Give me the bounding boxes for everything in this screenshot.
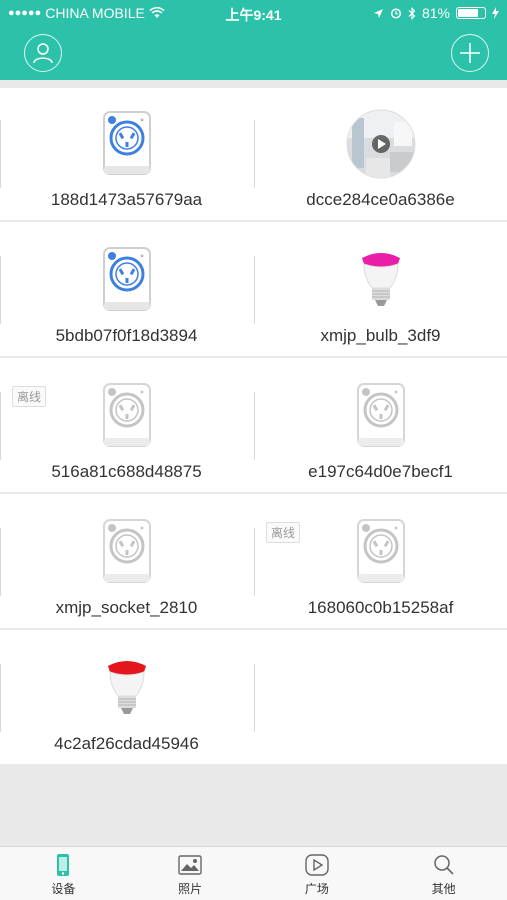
tab-label: 广场 [304, 882, 329, 896]
camera-thumbnail [346, 109, 415, 179]
device-row: 4c2af26cdad45946 [0, 632, 507, 766]
device-name: e197c64d0e7becf1 [308, 462, 453, 481]
socket-icon [356, 519, 405, 583]
socket-icon [102, 519, 151, 583]
device-name: dcce284ce0a6386e [306, 190, 455, 209]
device-card[interactable]: e197c64d0e7becf1 [254, 360, 507, 492]
device-card[interactable]: xmjp_bulb_3df9 [254, 224, 507, 356]
device-card[interactable]: xmjp_socket_2810 [0, 496, 253, 628]
photo-icon [178, 855, 202, 875]
plus-icon [460, 43, 480, 63]
tab-photos[interactable]: 照片 [127, 847, 254, 900]
bulb-icon [107, 661, 146, 714]
tab-other[interactable]: 其他 [380, 847, 507, 900]
location-icon [373, 8, 383, 18]
socket-icon [356, 383, 405, 447]
tab-label: 照片 [178, 882, 203, 896]
bluetooth-icon [408, 6, 416, 20]
battery-percent: 81% [421, 5, 450, 21]
search-icon [433, 855, 454, 875]
device-card[interactable]: 离线 168060c0b15258af [254, 496, 507, 628]
status-bar: ●●●●● CHINA MOBILE 上午9:41 81% [0, 0, 507, 28]
add-device-button[interactable] [451, 34, 489, 72]
device-card[interactable]: dcce284ce0a6386e [254, 88, 507, 220]
device-name: xmjp_bulb_3df9 [320, 326, 441, 345]
bulb-icon [361, 253, 400, 306]
tab-label: 设备 [51, 882, 76, 896]
device-name: 516a81c688d48875 [51, 462, 202, 481]
device-name: 5bdb07f0f18d3894 [55, 326, 198, 345]
socket-icon [102, 111, 151, 175]
charging-icon [492, 7, 499, 19]
device-name: 188d1473a57679aa [50, 190, 203, 209]
user-profile-button[interactable] [24, 34, 62, 72]
tab-label: 其他 [431, 882, 456, 896]
socket-icon [102, 383, 151, 447]
tab-devices[interactable]: 设备 [0, 847, 127, 900]
device-name: 4c2af26cdad45946 [54, 734, 199, 753]
empty-cell [254, 632, 507, 764]
device-row: 5bdb07f0f18d3894 xmjp_bulb_3df9 [0, 224, 507, 358]
socket-icon [102, 247, 151, 311]
device-card[interactable]: 5bdb07f0f18d3894 [0, 224, 253, 356]
alarm-icon [390, 8, 402, 19]
device-row: 离线 516a81c688d48875 e197c64d0e7becf1 [0, 360, 507, 494]
user-icon [33, 43, 53, 64]
device-name: xmjp_socket_2810 [55, 598, 198, 617]
device-icon [57, 854, 70, 876]
device-card[interactable]: 4c2af26cdad45946 [0, 632, 253, 764]
offline-badge: 离线 [12, 386, 47, 407]
device-row: 188d1473a57679aa dcce284ce0a6386e [0, 88, 507, 222]
device-grid: 188d1473a57679aa dcce284ce0a6386e 5bdb07… [0, 88, 507, 766]
nav-bar [0, 28, 507, 80]
tab-bar: 设备 照片 广场 其他 [0, 846, 507, 900]
offline-badge: 离线 [266, 522, 301, 543]
device-name: 168060c0b15258af [307, 598, 454, 617]
device-card[interactable]: 188d1473a57679aa [0, 88, 253, 220]
device-row: xmjp_socket_2810 离线 168060c0b15258af [0, 496, 507, 630]
play-icon [305, 854, 329, 876]
tab-plaza[interactable]: 广场 [254, 847, 381, 900]
device-card[interactable]: 离线 516a81c688d48875 [0, 360, 253, 492]
battery-icon [456, 7, 486, 19]
